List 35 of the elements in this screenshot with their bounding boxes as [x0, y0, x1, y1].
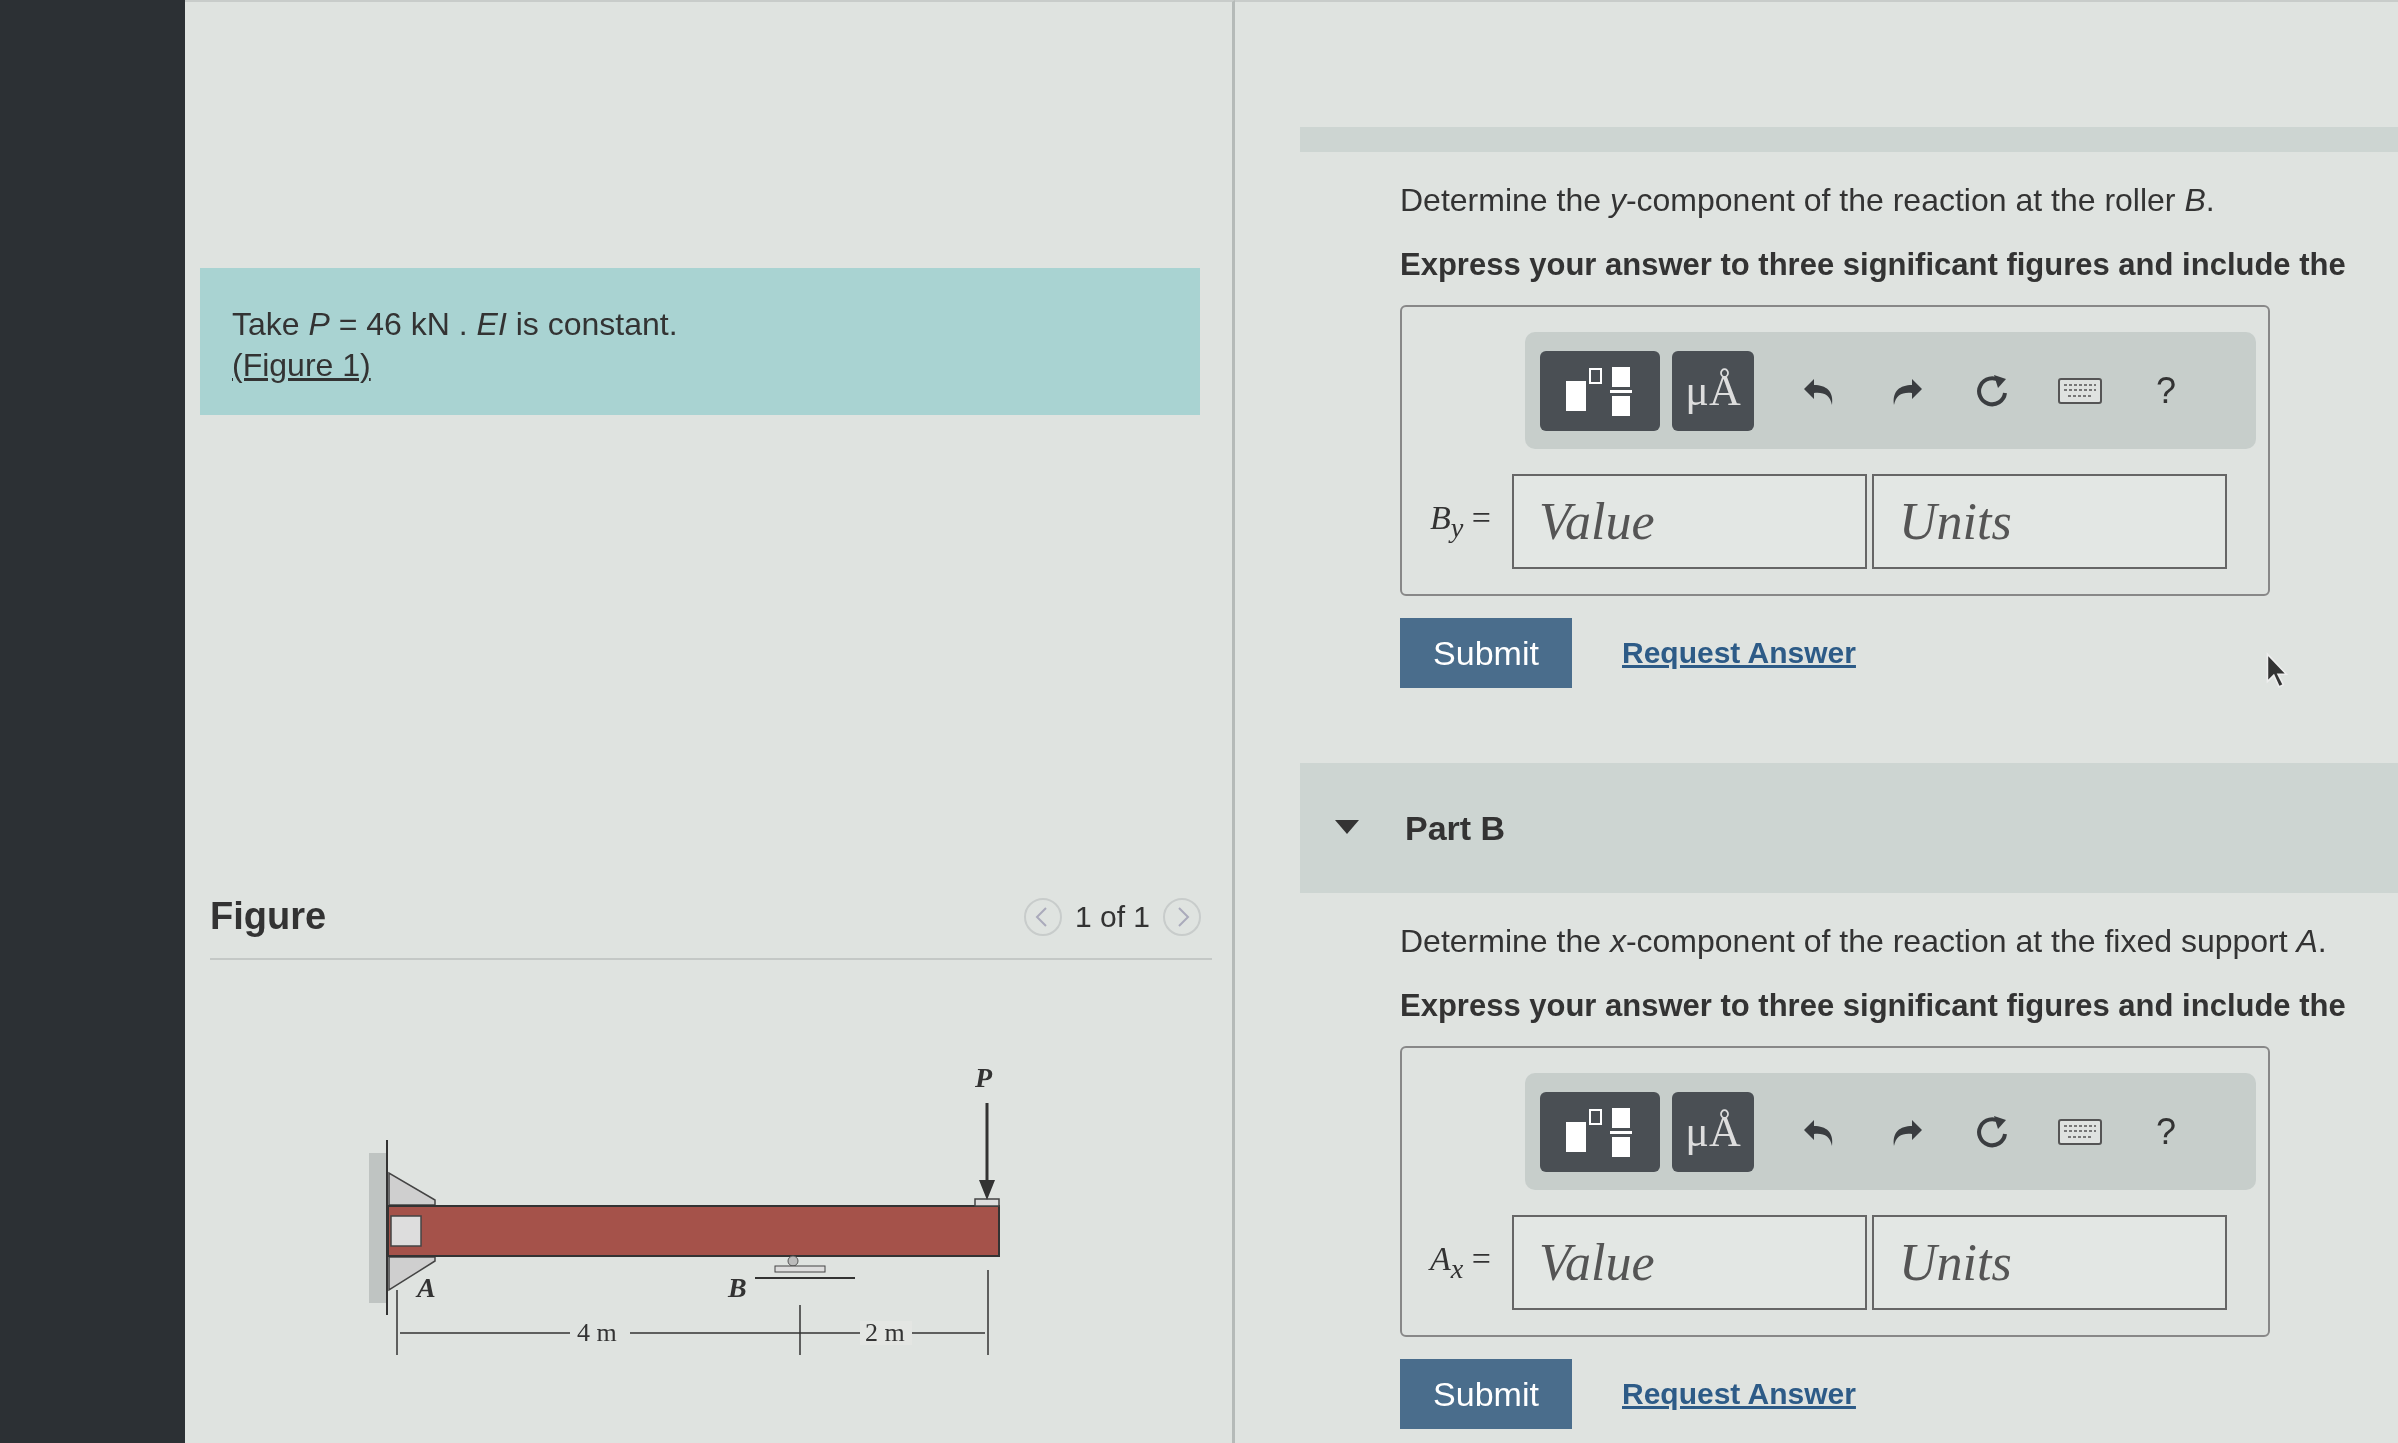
help-button[interactable]: ?: [2146, 1091, 2186, 1172]
cursor-icon: [2265, 652, 2291, 690]
support-label: B: [728, 1272, 747, 1303]
value-field[interactable]: Value: [1512, 474, 1867, 569]
templates-button[interactable]: [1540, 1091, 1660, 1172]
units-field[interactable]: Units: [1872, 1215, 2227, 1310]
request-answer-link[interactable]: Request Answer: [1622, 1377, 1856, 1411]
variable-label: A$_{x}$ =: [1430, 1240, 1493, 1285]
units-button[interactable]: μÅ: [1672, 350, 1754, 431]
support-label: A: [417, 1272, 436, 1303]
units-button[interactable]: μÅ: [1672, 1091, 1754, 1172]
keyboard-icon[interactable]: [2058, 1118, 2102, 1145]
part-header[interactable]: Part B: [1300, 763, 2398, 893]
templates-button[interactable]: [1540, 350, 1660, 431]
variable-label: B$_{y}$ =: [1430, 499, 1493, 544]
units-field[interactable]: Units: [1872, 474, 2227, 569]
value-field[interactable]: Value: [1512, 1215, 1867, 1310]
problem-statement: Take P = 46 kN . EI is constant.: [232, 306, 679, 343]
instruction-text: Express your answer to three significant figures and include the: [1400, 247, 2347, 283]
dimension-label: 4 m: [577, 1318, 617, 1347]
question-text: Determine the y-component of the reaction at the roller B.: [1400, 182, 2216, 219]
page-counter: 1 of 1: [1074, 899, 1150, 934]
help-button[interactable]: ?: [2146, 350, 2186, 431]
figure-title: Figure: [210, 895, 327, 938]
keyboard-icon[interactable]: [2058, 377, 2102, 404]
request-answer-link[interactable]: Request Answer: [1622, 636, 1856, 670]
instruction-text: Express your answer to three significant figures and include the: [1400, 988, 2347, 1024]
load-label: P: [975, 1062, 993, 1093]
submit-button[interactable]: Submit: [1400, 1359, 1572, 1429]
collapse-icon[interactable]: [1335, 820, 1359, 836]
dimension-label: 2 m: [865, 1318, 905, 1347]
question-text: Determine the x-component of the reaction at the fixed support A.: [1400, 923, 2328, 960]
figure-link[interactable]: (Figure 1): [232, 347, 371, 384]
part-title: Part B: [1405, 808, 1506, 848]
submit-button[interactable]: Submit: [1400, 618, 1572, 688]
